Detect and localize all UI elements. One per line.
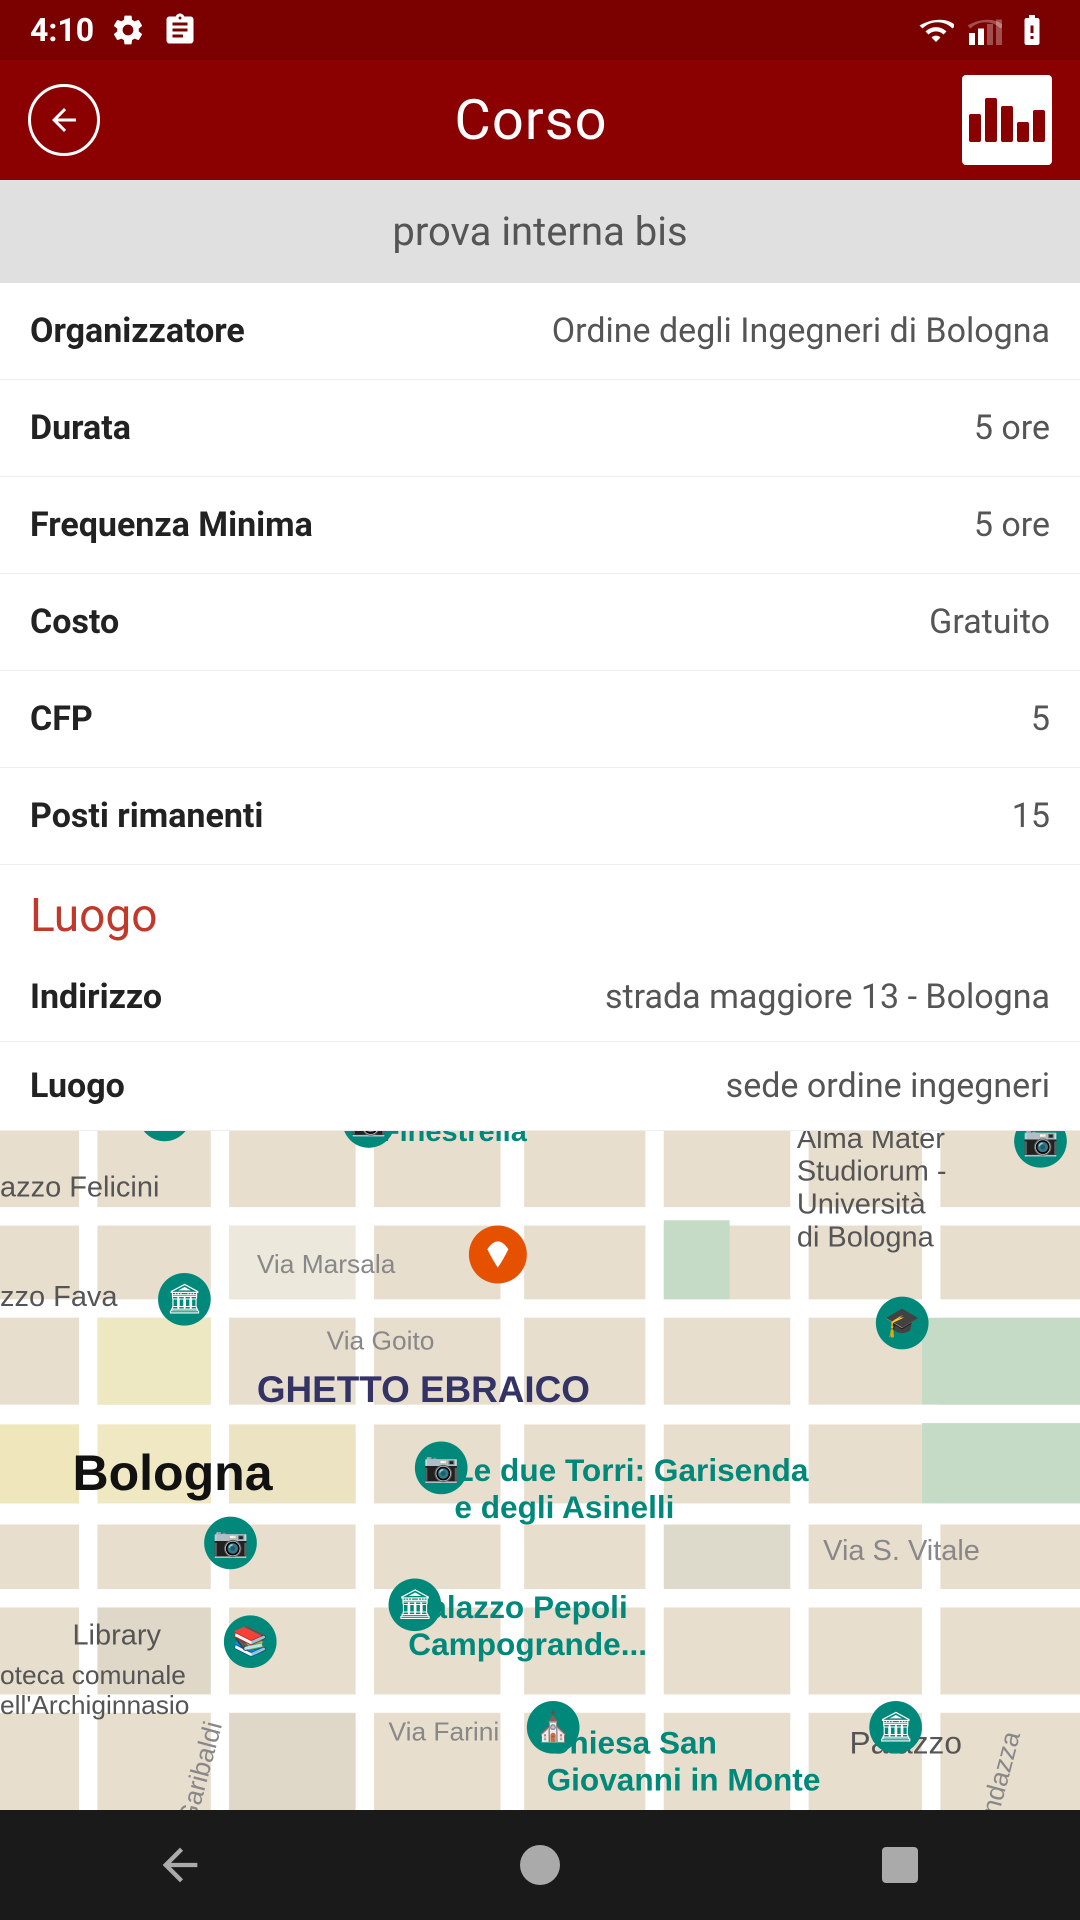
svg-text:zzo Fava: zzo Fava <box>0 1281 118 1313</box>
svg-text:Via Farini: Via Farini <box>389 1717 500 1747</box>
clipboard-icon <box>162 12 198 48</box>
svg-text:🎓: 🎓 <box>884 1306 920 1340</box>
status-bar: 4:10 <box>0 0 1080 60</box>
svg-text:📷: 📷 <box>423 1451 459 1485</box>
organizzatore-value: Ordine degli Ingegneri di Bologna <box>552 311 1050 351</box>
course-subtitle: prova interna bis <box>392 208 687 255</box>
nav-home-button[interactable] <box>510 1835 570 1895</box>
svg-text:Giovanni in Monte: Giovanni in Monte <box>547 1762 821 1798</box>
svg-text:Le due Torri: Garisenda: Le due Torri: Garisenda <box>454 1452 808 1488</box>
wifi-icon <box>918 12 954 48</box>
bottom-nav <box>0 1810 1080 1920</box>
luogo-section: Luogo Indirizzo strada maggiore 13 - Bol… <box>0 865 1080 1131</box>
map-container[interactable]: VIII Agosto Orto Botanico ed Erbario Fin… <box>0 1131 1080 1810</box>
frequenza-row: Frequenza Minima 5 ore <box>0 477 1080 574</box>
settings-icon <box>110 12 146 48</box>
svg-text:Palazzo Pepoli: Palazzo Pepoli <box>408 1589 627 1625</box>
costo-value: Gratuito <box>929 602 1050 642</box>
app-logo <box>962 75 1052 165</box>
posti-label: Posti rimanenti <box>30 796 263 836</box>
luogo-detail-row: Luogo sede ordine ingegneri <box>0 1042 1080 1131</box>
svg-text:📷: 📷 <box>1022 1131 1058 1158</box>
svg-text:e degli Asinelli: e degli Asinelli <box>454 1489 674 1525</box>
luogo-header: Luogo <box>0 865 1080 953</box>
svg-text:📷: 📷 <box>351 1131 387 1139</box>
luogo-detail-value: sede ordine ingegneri <box>726 1066 1050 1106</box>
svg-text:ell'Archiginnasio: ell'Archiginnasio <box>0 1690 189 1720</box>
luogo-detail-label: Luogo <box>30 1066 125 1106</box>
svg-text:🏛: 🏛 <box>877 1711 914 1745</box>
posti-row: Posti rimanenti 15 <box>0 768 1080 865</box>
svg-text:Via Marsala: Via Marsala <box>257 1249 396 1279</box>
svg-text:Via S. Vitale: Via S. Vitale <box>823 1535 980 1567</box>
durata-row: Durata 5 ore <box>0 380 1080 477</box>
svg-text:Finestrella: Finestrella <box>382 1131 528 1148</box>
frequenza-value: 5 ore <box>974 505 1050 545</box>
app-bar: Corso <box>0 60 1080 180</box>
cfp-value: 5 <box>1031 699 1050 739</box>
durata-value: 5 ore <box>974 408 1050 448</box>
indirizzo-label: Indirizzo <box>30 977 162 1017</box>
svg-text:🏛: 🏛 <box>396 1588 433 1622</box>
organizzatore-row: Organizzatore Ordine degli Ingegneri di … <box>0 283 1080 380</box>
nav-back-button[interactable] <box>150 1835 210 1895</box>
info-table: Organizzatore Ordine degli Ingegneri di … <box>0 283 1080 865</box>
costo-row: Costo Gratuito <box>0 574 1080 671</box>
back-button[interactable] <box>28 84 100 156</box>
time-display: 4:10 <box>30 11 94 49</box>
svg-text:oteca comunale: oteca comunale <box>0 1660 186 1690</box>
signal-icon <box>966 12 1002 48</box>
svg-text:🏛: 🏛 <box>166 1283 203 1317</box>
svg-text:📚: 📚 <box>232 1625 268 1659</box>
svg-text:Università: Università <box>797 1189 927 1221</box>
indirizzo-value: strada maggiore 13 - Bologna <box>605 977 1050 1017</box>
nav-recent-button[interactable] <box>870 1835 930 1895</box>
indirizzo-row: Indirizzo strada maggiore 13 - Bologna <box>0 953 1080 1042</box>
svg-text:Via Goito: Via Goito <box>327 1325 435 1355</box>
svg-text:azzo Felicini: azzo Felicini <box>0 1172 159 1204</box>
subtitle-bar: prova interna bis <box>0 180 1080 283</box>
svg-text:di Bologna: di Bologna <box>797 1222 935 1254</box>
svg-text:Library: Library <box>72 1619 161 1651</box>
organizzatore-label: Organizzatore <box>30 311 245 351</box>
svg-text:Bologna: Bologna <box>72 1445 273 1501</box>
svg-text:⛪: ⛪ <box>535 1709 571 1745</box>
cfp-label: CFP <box>30 699 93 739</box>
svg-text:Studiorum -: Studiorum - <box>797 1156 947 1188</box>
cfp-row: CFP 5 <box>0 671 1080 768</box>
battery-icon <box>1014 12 1050 48</box>
costo-label: Costo <box>30 602 119 642</box>
svg-text:📷: 📷 <box>147 1131 183 1132</box>
frequenza-label: Frequenza Minima <box>30 505 313 545</box>
svg-text:Campogrande...: Campogrande... <box>408 1626 647 1662</box>
svg-text:📷: 📷 <box>212 1526 248 1560</box>
durata-label: Durata <box>30 408 131 448</box>
posti-value: 15 <box>1012 796 1050 836</box>
svg-text:Alma Mater: Alma Mater <box>797 1131 945 1155</box>
page-title: Corso <box>454 87 607 153</box>
svg-text:GHETTO EBRAICO: GHETTO EBRAICO <box>257 1369 590 1410</box>
